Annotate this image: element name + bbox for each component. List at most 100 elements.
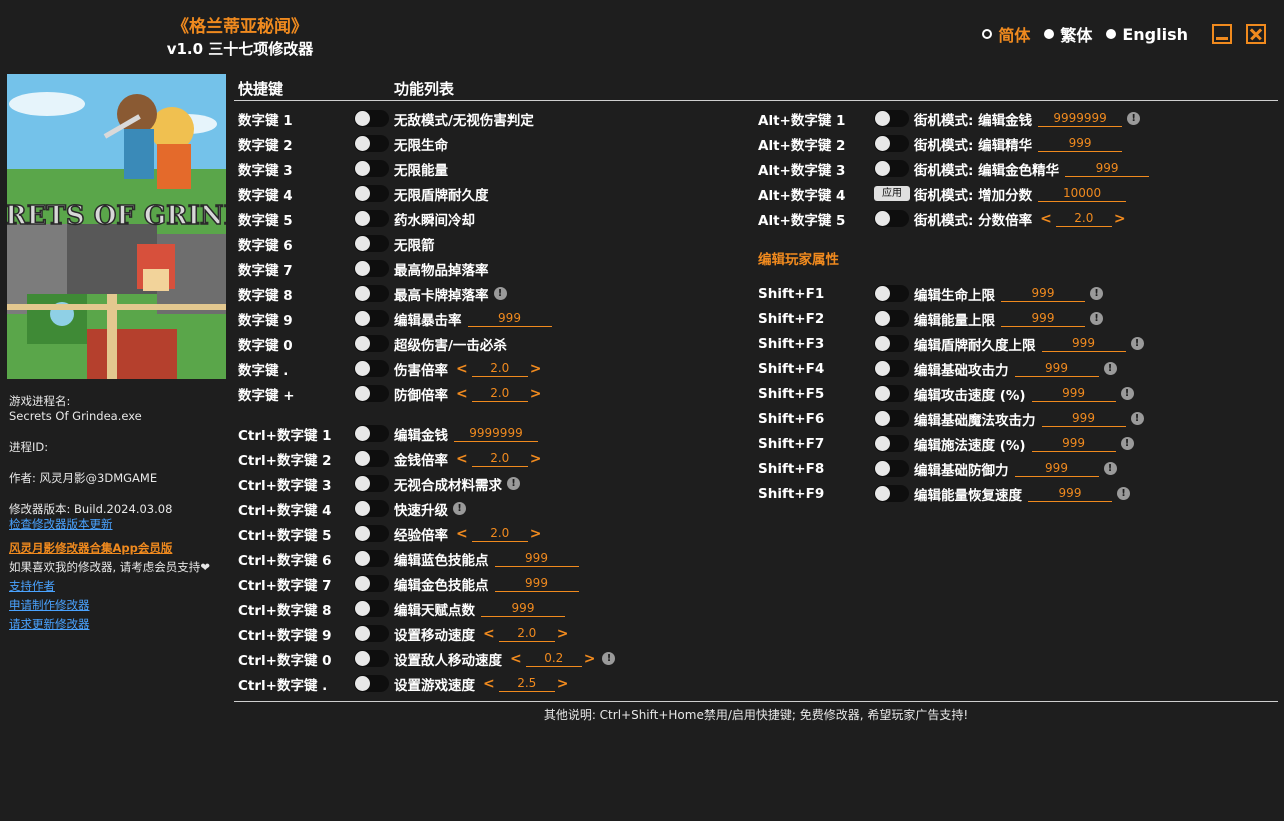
lang-traditional[interactable]: 繁体 (1044, 22, 1092, 46)
feature-toggle[interactable] (354, 310, 389, 327)
feature-toggle[interactable] (874, 485, 909, 502)
increase-arrow-icon[interactable]: > (582, 651, 598, 667)
info-icon[interactable]: ! (1127, 112, 1141, 125)
value-input[interactable]: 999 (1014, 360, 1099, 377)
info-icon[interactable]: ! (1120, 387, 1134, 400)
increase-arrow-icon[interactable]: > (1112, 211, 1128, 227)
feature-toggle[interactable] (874, 435, 909, 452)
increase-arrow-icon[interactable]: > (528, 526, 544, 542)
decrease-arrow-icon[interactable]: < (454, 451, 470, 467)
increase-arrow-icon[interactable]: > (528, 361, 544, 377)
feature-toggle[interactable] (354, 625, 389, 642)
info-icon[interactable]: ! (1090, 287, 1103, 300)
value-input[interactable]: 999 (481, 600, 565, 617)
info-icon[interactable]: ! (602, 652, 616, 665)
value-input[interactable]: 999 (1038, 135, 1123, 152)
feature-toggle[interactable] (354, 260, 389, 277)
request-trainer-link[interactable]: 申请制作修改器 (9, 598, 231, 613)
increase-arrow-icon[interactable]: > (528, 451, 544, 467)
close-icon[interactable] (1246, 24, 1266, 44)
decrease-arrow-icon[interactable]: < (454, 361, 470, 377)
feature-toggle[interactable] (354, 110, 389, 127)
lang-english[interactable]: English (1106, 25, 1188, 44)
feature-toggle[interactable] (354, 675, 389, 692)
value-input[interactable]: 999 (467, 310, 552, 327)
decrease-arrow-icon[interactable]: < (454, 526, 470, 542)
value-input[interactable]: 999 (1041, 335, 1126, 352)
value-input[interactable]: 2.0 (1055, 210, 1112, 227)
info-icon[interactable]: ! (1117, 487, 1130, 500)
info-icon[interactable]: ! (1120, 437, 1134, 450)
value-input[interactable]: 2.0 (471, 450, 528, 467)
feature-toggle[interactable] (874, 310, 909, 327)
value-input[interactable]: 999 (494, 550, 579, 567)
feature-toggle[interactable] (354, 235, 389, 252)
value-input[interactable]: 9999999 (1038, 110, 1123, 127)
feature-toggle[interactable] (874, 360, 909, 377)
info-icon[interactable]: ! (1103, 362, 1117, 375)
value-input[interactable]: 999 (1031, 385, 1116, 402)
value-input[interactable]: 999 (1014, 460, 1099, 477)
feature-toggle[interactable] (354, 360, 389, 377)
value-input[interactable]: 9999999 (454, 425, 538, 442)
feature-toggle[interactable] (874, 335, 909, 352)
info-icon[interactable]: ! (1090, 312, 1103, 325)
minimize-icon[interactable] (1212, 24, 1232, 44)
support-author-link[interactable]: 支持作者 (9, 579, 231, 594)
increase-arrow-icon[interactable]: > (555, 676, 571, 692)
value-input[interactable]: 999 (1065, 160, 1150, 177)
value-input[interactable]: 0.2 (525, 650, 582, 667)
value-input[interactable]: 999 (1028, 485, 1112, 502)
feature-toggle[interactable] (874, 210, 909, 227)
value-input[interactable]: 2.0 (471, 360, 528, 377)
info-icon[interactable]: ! (1130, 412, 1144, 425)
feature-toggle[interactable] (354, 425, 389, 442)
radio-selected-icon[interactable] (982, 29, 993, 39)
radio-icon[interactable] (1106, 29, 1117, 39)
feature-toggle[interactable] (354, 160, 389, 177)
feature-toggle[interactable] (354, 475, 389, 492)
info-icon[interactable]: ! (507, 477, 520, 490)
value-input[interactable]: 2.0 (471, 525, 528, 542)
feature-toggle[interactable] (354, 385, 389, 402)
value-input[interactable]: 2.5 (498, 675, 555, 692)
increase-arrow-icon[interactable]: > (528, 386, 544, 402)
value-input[interactable]: 10000 (1038, 185, 1127, 202)
decrease-arrow-icon[interactable]: < (481, 626, 497, 642)
request-update-link[interactable]: 请求更新修改器 (9, 617, 231, 632)
value-input[interactable]: 2.0 (471, 385, 528, 402)
decrease-arrow-icon[interactable]: < (454, 386, 470, 402)
decrease-arrow-icon[interactable]: < (508, 651, 524, 667)
feature-toggle[interactable] (354, 575, 389, 592)
value-input[interactable]: 999 (494, 575, 579, 592)
feature-toggle[interactable] (354, 525, 389, 542)
info-icon[interactable]: ! (493, 287, 507, 300)
feature-toggle[interactable] (874, 135, 909, 152)
feature-toggle[interactable] (874, 110, 909, 127)
feature-toggle[interactable] (874, 410, 909, 427)
feature-toggle[interactable] (354, 210, 389, 227)
feature-toggle[interactable] (354, 450, 389, 467)
feature-toggle[interactable] (354, 285, 389, 302)
value-input[interactable]: 2.0 (498, 625, 555, 642)
radio-icon[interactable] (1044, 29, 1055, 39)
value-input[interactable]: 999 (1001, 310, 1085, 327)
feature-toggle[interactable] (874, 285, 909, 302)
value-input[interactable]: 999 (1031, 435, 1116, 452)
feature-toggle[interactable] (354, 600, 389, 617)
decrease-arrow-icon[interactable]: < (481, 676, 497, 692)
decrease-arrow-icon[interactable]: < (1038, 211, 1054, 227)
feature-toggle[interactable] (354, 650, 389, 667)
info-icon[interactable]: ! (453, 502, 466, 515)
info-icon[interactable]: ! (1130, 337, 1144, 350)
apply-button[interactable]: 应用 (874, 186, 910, 201)
value-input[interactable]: 999 (1041, 410, 1126, 427)
value-input[interactable]: 999 (1001, 285, 1085, 302)
app-vip-link[interactable]: 风灵月影修改器合集App会员版 (9, 541, 231, 556)
feature-toggle[interactable] (354, 135, 389, 152)
info-icon[interactable]: ! (1103, 462, 1117, 475)
feature-toggle[interactable] (354, 500, 389, 517)
feature-toggle[interactable] (874, 160, 909, 177)
feature-toggle[interactable] (874, 385, 909, 402)
check-update-link[interactable]: 检查修改器版本更新 (9, 517, 231, 532)
